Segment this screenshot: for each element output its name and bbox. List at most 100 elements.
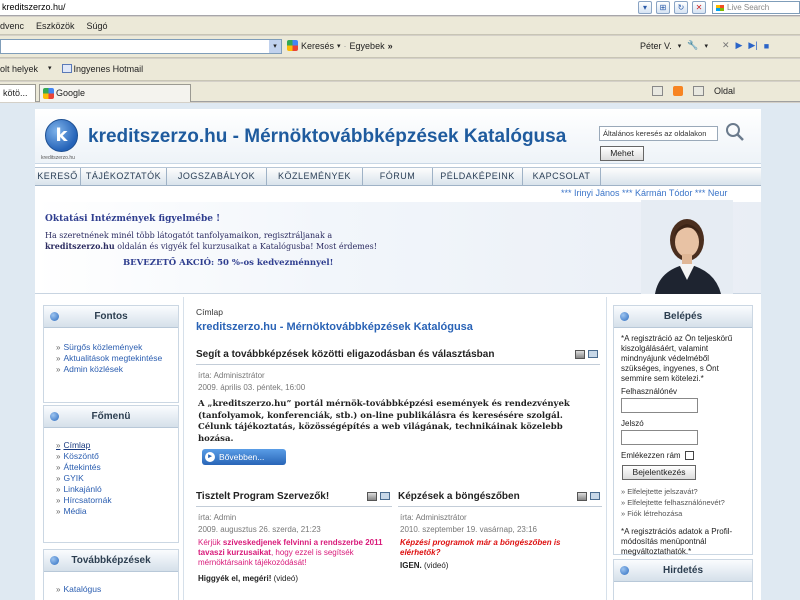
box-title-text: Belépés: [663, 311, 703, 322]
favorites-bar: olt helyek ▾ Ingyenes Hotmail: [0, 59, 800, 81]
tab-label: kötö...: [3, 88, 28, 98]
banner-text: Ha szeretnének minél több látogatót tanf…: [45, 230, 395, 252]
username-label: Felhasználónév: [621, 387, 678, 396]
chevron-down-icon[interactable]: ▾: [704, 42, 708, 50]
link-hircsatornak[interactable]: Hírcsatornák: [56, 495, 178, 506]
dropdown-arrow-icon[interactable]: ▾: [638, 1, 652, 14]
banner-person-image: [641, 200, 733, 294]
article-1-title[interactable]: Segít a továbbképzések közötti eligazodá…: [196, 349, 494, 360]
skip-icon[interactable]: ▶|: [748, 40, 757, 51]
remember-checkbox[interactable]: [684, 451, 694, 460]
promo-banner: Oktatási Intézmények figyelmébe ! Ha sze…: [35, 200, 761, 294]
site-search-input[interactable]: Általános keresés az oldalakon: [599, 126, 718, 141]
rss-icon[interactable]: [673, 86, 683, 96]
live-search-input[interactable]: Live Search: [712, 1, 800, 14]
nav-kereso[interactable]: KERESŐ: [35, 168, 81, 185]
tab-label: Google: [56, 88, 86, 98]
video-link[interactable]: (videó): [424, 561, 448, 570]
box-title: Fontos: [44, 306, 178, 328]
link-linkajanlo[interactable]: Linkajánló: [56, 484, 178, 495]
nav-kozlemenyek[interactable]: KÖZLEMÉNYEK: [267, 168, 363, 185]
refresh-icon[interactable]: ↻: [674, 1, 688, 14]
user-menu[interactable]: Péter V.: [640, 41, 672, 51]
stop-icon[interactable]: ✕: [692, 1, 706, 14]
article-1-body: A „kreditszerzo.hu” portál mérnök-tovább…: [198, 399, 570, 444]
article-3-title[interactable]: Képzések a böngészőben: [398, 491, 520, 502]
box-title-text: Főmenü: [91, 411, 131, 422]
menu-bar: dvenc Eszközök Súgó: [0, 17, 800, 35]
email-icon[interactable]: [588, 350, 598, 358]
tab-kreditszerzo[interactable]: kötö...: [0, 84, 36, 102]
box-title-text: Továbbképzések: [71, 555, 151, 566]
nav-tajekoztatok[interactable]: TÁJÉKOZTATÓK: [81, 168, 167, 185]
nav-peldakepeink[interactable]: PÉLDAKÉPEINK: [433, 168, 523, 185]
article-2-date: 2009. augusztus 26. szerda, 21:23: [198, 525, 321, 534]
wrench-icon[interactable]: 🔧: [687, 40, 698, 51]
read-more-button[interactable]: ▸ Bővebben...: [202, 449, 286, 465]
print-icon[interactable]: [693, 86, 704, 96]
print-icon[interactable]: [575, 350, 585, 359]
favorites-link[interactable]: olt helyek: [0, 64, 38, 74]
username-input[interactable]: [621, 398, 698, 413]
menu-help[interactable]: Súgó: [87, 21, 108, 31]
close-icon[interactable]: ✕: [722, 40, 730, 51]
article-2-title[interactable]: Tisztelt Program Szervezők!: [196, 491, 329, 502]
double-chevron-icon[interactable]: »: [388, 41, 393, 51]
bullet-icon: [50, 556, 59, 565]
forgot-username-link[interactable]: Elfelejtette felhasználónevét?: [621, 497, 752, 508]
email-icon[interactable]: [380, 492, 390, 500]
search-button[interactable]: Keresés: [301, 41, 334, 51]
site-logo[interactable]: k: [45, 119, 78, 152]
link-gyik[interactable]: GYIK: [56, 473, 178, 484]
link-katalogus[interactable]: Katalógus: [56, 584, 178, 595]
url-text[interactable]: kreditszerzo.hu/: [2, 2, 66, 12]
password-label: Jelszó: [621, 419, 644, 428]
box-fontos: Fontos Sürgős közlemények Aktualitások m…: [43, 305, 179, 403]
forgot-password-link[interactable]: Elfelejtette jelszavát?: [621, 486, 752, 497]
print-icon[interactable]: [577, 492, 587, 501]
toolbar-search-input[interactable]: ▾: [0, 39, 282, 54]
email-icon[interactable]: [590, 492, 600, 500]
print-icon[interactable]: [367, 492, 377, 501]
password-input[interactable]: [621, 430, 698, 445]
hotmail-link[interactable]: Ingyenes Hotmail: [61, 64, 143, 74]
site-search-button[interactable]: Mehet: [600, 146, 644, 161]
article-tools: [577, 492, 600, 501]
link-cimlap[interactable]: Címlap: [56, 440, 178, 451]
box-title: Hirdetés: [614, 560, 752, 582]
link-media[interactable]: Média: [56, 506, 178, 517]
link-attekintes[interactable]: Áttekintés: [56, 462, 178, 473]
create-account-link[interactable]: Fiók létrehozása: [621, 508, 752, 519]
box-title: Továbbképzések: [44, 550, 178, 572]
search-icon[interactable]: [725, 122, 745, 142]
nav-jogszabalyok[interactable]: JOGSZABÁLYOK: [167, 168, 267, 185]
menu-favorites[interactable]: dvenc: [0, 21, 24, 31]
google-search-group: Keresés ▾ · Egyebek »: [287, 40, 393, 51]
site-container: k kreditszerzo.hu kreditszerzo.hu - Mérn…: [35, 109, 761, 600]
footer-bold: Higgyék el, megéri!: [198, 574, 272, 583]
link-surgos[interactable]: Sürgős közlemények: [56, 342, 178, 353]
site-title[interactable]: kreditszerzo.hu - Mérnöktovábbképzések K…: [88, 126, 566, 148]
link-koszonto[interactable]: Köszöntő: [56, 451, 178, 462]
chevron-down-icon[interactable]: ▾: [337, 42, 341, 50]
breadcrumb[interactable]: Címlap: [196, 307, 223, 317]
play-icon[interactable]: ▶: [736, 40, 743, 51]
chevron-down-icon[interactable]: ▾: [269, 40, 281, 53]
stop-media-icon[interactable]: ■: [764, 41, 769, 51]
chevron-down-icon[interactable]: ▾: [48, 64, 52, 74]
page-menu[interactable]: Oldal: [714, 86, 735, 96]
link-admin[interactable]: Admin közlések: [56, 364, 178, 375]
video-link[interactable]: (videó): [274, 574, 298, 583]
command-bar: Oldal: [652, 86, 735, 96]
login-button[interactable]: Bejelentkezés: [622, 465, 696, 480]
menu-tools[interactable]: Eszközök: [36, 21, 75, 31]
home-icon[interactable]: [652, 86, 663, 96]
extras-button[interactable]: Egyebek: [350, 41, 385, 51]
nav-forum[interactable]: FÓRUM: [363, 168, 433, 185]
tab-google[interactable]: Google: [39, 84, 191, 102]
link-aktualitasok[interactable]: Aktualitások megtekintése: [56, 353, 178, 364]
nav-kapcsolat[interactable]: KAPCSOLAT: [523, 168, 601, 185]
article-tools: [575, 350, 598, 359]
chevron-down-icon[interactable]: ▾: [678, 42, 682, 50]
compatibility-icon[interactable]: ⊞: [656, 1, 670, 14]
